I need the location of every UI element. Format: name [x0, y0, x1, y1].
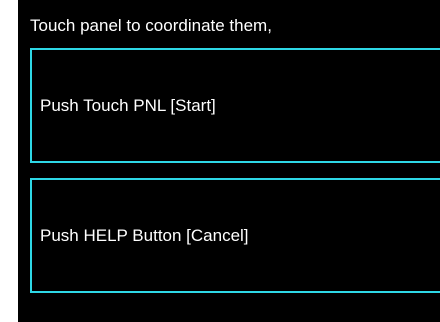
start-button-label: Push Touch PNL [Start] [40, 95, 216, 115]
cancel-button[interactable]: Push HELP Button [Cancel] [30, 178, 440, 293]
calibration-screen: Touch panel to coordinate them, Push Tou… [18, 0, 440, 322]
start-button[interactable]: Push Touch PNL [Start] [30, 48, 440, 163]
cancel-button-label: Push HELP Button [Cancel] [40, 225, 249, 245]
instruction-text: Touch panel to coordinate them, [30, 16, 272, 35]
